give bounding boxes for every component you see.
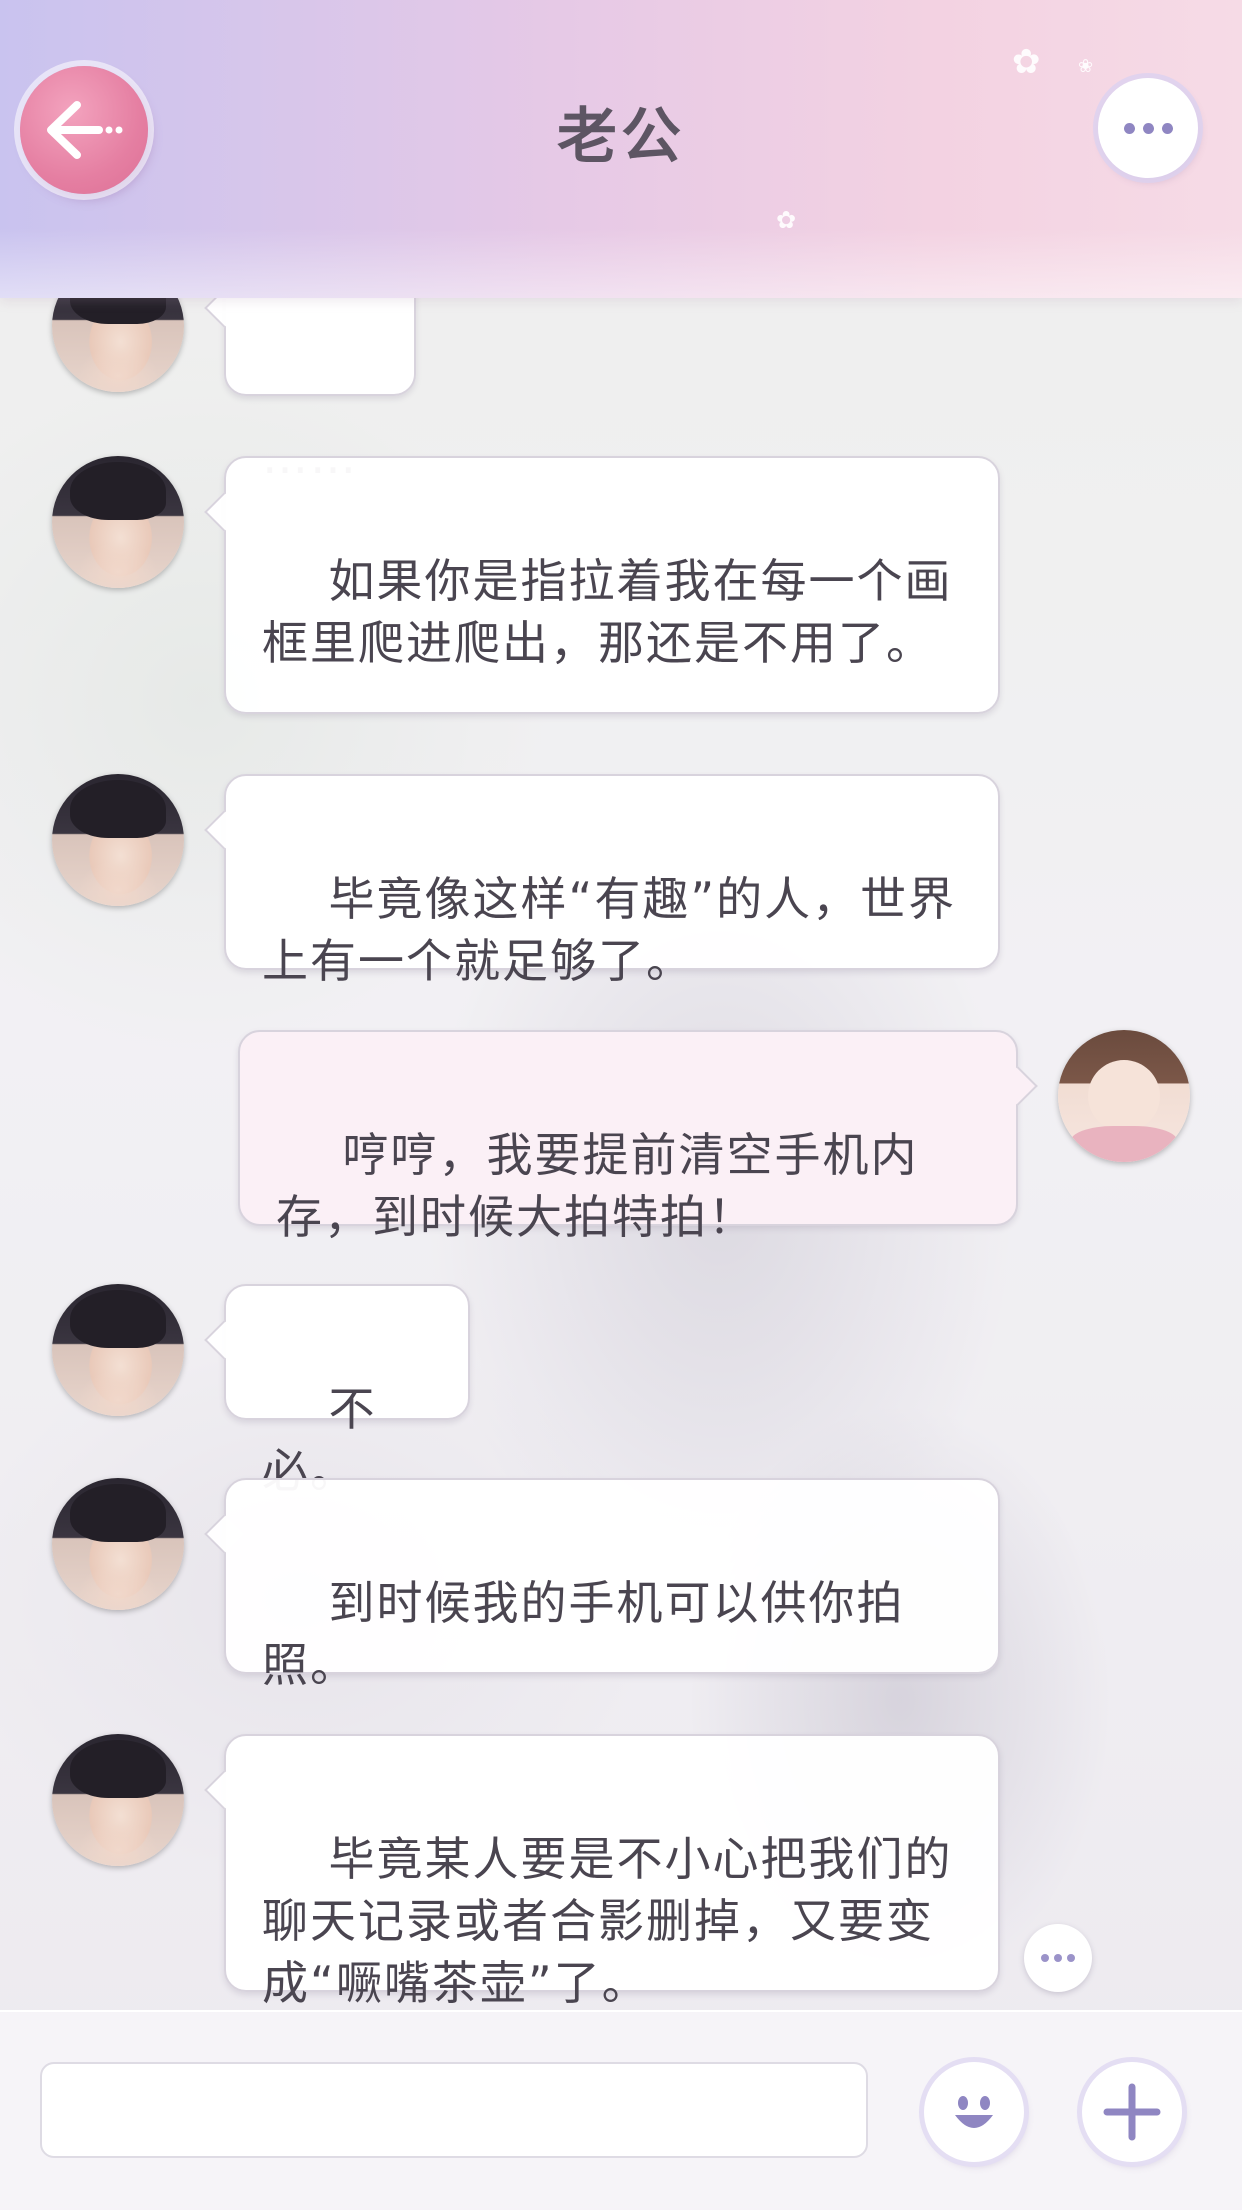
message-bubble: 如果你是指拉着我在每一个画框里爬进爬出，那还是不用了。 bbox=[224, 456, 1000, 714]
contact-avatar[interactable] bbox=[52, 1284, 184, 1416]
contact-avatar[interactable] bbox=[52, 1478, 184, 1610]
message-bubble: 毕竟像这样“有趣”的人，世界上有一个就足够了。 bbox=[224, 774, 1000, 988]
message-bubble: 到时候我的手机可以供你拍照。 bbox=[224, 1478, 1000, 1692]
contact-avatar[interactable] bbox=[52, 774, 184, 906]
add-button[interactable] bbox=[1082, 2062, 1182, 2162]
chat-title: 老公 bbox=[557, 102, 685, 172]
sparkle-icon: ✿ bbox=[776, 206, 797, 234]
chat-header: ✿ ✿ ❀ 老公 bbox=[0, 0, 1242, 298]
message-bubble: 不必。 bbox=[224, 1284, 470, 1498]
input-bar bbox=[0, 2010, 1242, 2210]
sparkle-icon: ✿ bbox=[1012, 42, 1041, 82]
message-bubble: 毕竟某人要是不小心把我们的聊天记录或者合影删掉，又要变成“噘嘴茶壶”了。 bbox=[224, 1734, 1000, 2010]
smiley-icon bbox=[955, 2096, 993, 2128]
message-input[interactable] bbox=[40, 2062, 868, 2158]
more-dots-icon bbox=[1123, 122, 1173, 134]
typing-dots-icon bbox=[1041, 1954, 1075, 1962]
message-text: 毕竟像这样“有趣”的人，世界上有一个就足够了。 bbox=[262, 872, 957, 988]
sparkle-icon: ❀ bbox=[1078, 56, 1094, 77]
emoji-button[interactable] bbox=[924, 2062, 1024, 2162]
contact-avatar[interactable] bbox=[52, 456, 184, 588]
plus-icon bbox=[1103, 2083, 1161, 2141]
message-text: 哼哼，我要提前清空手机内存，到时候大拍特拍！ bbox=[276, 1128, 919, 1244]
message-bubble: 哼哼，我要提前清空手机内存，到时候大拍特拍！ bbox=[238, 1030, 1018, 1244]
message-text: 毕竟某人要是不小心把我们的聊天记录或者合影删掉，又要变成“噘嘴茶壶”了。 bbox=[262, 1832, 953, 2010]
message-text: 到时候我的手机可以供你拍照。 bbox=[262, 1576, 905, 1692]
user-avatar[interactable] bbox=[1058, 1030, 1190, 1162]
more-options-button[interactable] bbox=[1098, 78, 1198, 178]
message-list[interactable]: …… 如果你是指拉着我在每一个画框里爬进爬出，那还是不用了。 毕竟像这样“有趣”… bbox=[0, 0, 1242, 2010]
typing-indicator bbox=[1024, 1924, 1092, 1992]
contact-avatar[interactable] bbox=[52, 1734, 184, 1866]
message-text: 如果你是指拉着我在每一个画框里爬进爬出，那还是不用了。 bbox=[262, 554, 953, 670]
